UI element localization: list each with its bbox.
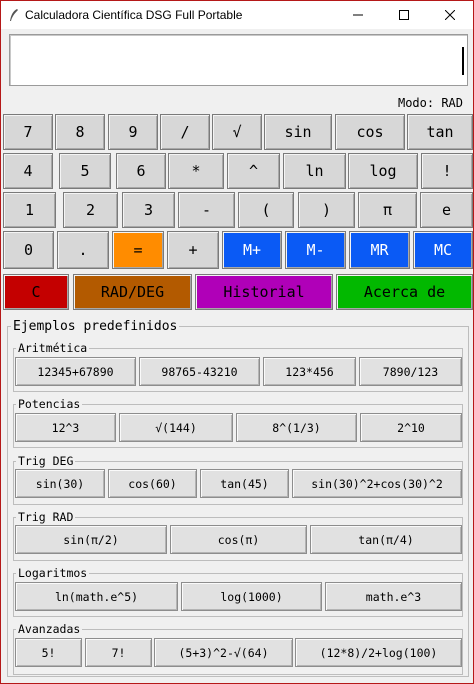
example-group-trig-deg-title: Trig DEG — [16, 454, 76, 468]
key-9[interactable]: 9 — [108, 114, 158, 150]
example-button[interactable]: 5! — [15, 638, 82, 667]
example-button[interactable]: 123*456 — [263, 357, 356, 386]
example-group-logarithms-title: Logaritmos — [16, 566, 90, 580]
example-button[interactable]: math.e^3 — [325, 582, 462, 611]
key-subtract[interactable]: - — [178, 192, 235, 228]
key-memory-add[interactable]: M+ — [222, 231, 282, 269]
example-button[interactable]: tan(π/4) — [310, 525, 462, 554]
minimize-button[interactable] — [335, 1, 381, 29]
maximize-button[interactable] — [381, 1, 427, 29]
key-cos[interactable]: cos — [335, 114, 405, 150]
about-button[interactable]: Acerca de — [336, 274, 473, 310]
key-6[interactable]: 6 — [116, 153, 166, 189]
key-0[interactable]: 0 — [3, 231, 54, 269]
key-pi[interactable]: π — [358, 192, 417, 228]
calculator-display[interactable] — [9, 34, 468, 86]
key-4[interactable]: 4 — [3, 153, 53, 189]
key-5[interactable]: 5 — [59, 153, 111, 189]
example-button[interactable]: cos(60) — [108, 469, 197, 498]
key-sin[interactable]: sin — [264, 114, 332, 150]
example-group-trig-rad-title: Trig RAD — [16, 510, 76, 524]
key-tan[interactable]: tan — [407, 114, 473, 150]
rad-deg-toggle-button[interactable]: RAD/DEG — [73, 274, 192, 310]
key-memory-recall[interactable]: MR — [349, 231, 410, 269]
key-decimal[interactable]: . — [57, 231, 109, 269]
key-3[interactable]: 3 — [122, 192, 175, 228]
key-sqrt[interactable]: √ — [212, 114, 262, 150]
example-group-advanced-title: Avanzadas — [16, 622, 83, 636]
example-button[interactable]: log(1000) — [181, 582, 322, 611]
key-equals[interactable]: = — [112, 231, 164, 269]
key-8[interactable]: 8 — [55, 114, 105, 150]
key-7[interactable]: 7 — [3, 114, 53, 150]
example-group-arithmetic-title: Aritmética — [16, 341, 90, 355]
feather-icon — [9, 8, 19, 22]
example-button[interactable]: 98765-43210 — [139, 357, 260, 386]
example-button[interactable]: 7! — [85, 638, 152, 667]
window-title: Calculadora Científica DSG Full Portable — [25, 8, 243, 22]
example-button[interactable]: cos(π) — [170, 525, 307, 554]
text-caret — [462, 47, 464, 75]
key-e[interactable]: e — [420, 192, 473, 228]
example-group-powers-title: Potencias — [16, 397, 83, 411]
example-button[interactable]: tan(45) — [200, 469, 289, 498]
clear-button[interactable]: C — [3, 274, 69, 310]
minimize-icon — [353, 14, 363, 16]
key-memory-clear[interactable]: MC — [413, 231, 473, 269]
example-button[interactable]: sin(π/2) — [15, 525, 167, 554]
examples-title: Ejemplos predefinidos — [11, 319, 180, 334]
example-button[interactable]: 12^3 — [15, 413, 116, 442]
example-button[interactable]: 12345+67890 — [15, 357, 136, 386]
title-bar[interactable]: Calculadora Científica DSG Full Portable — [1, 1, 473, 29]
example-button[interactable]: 7890/123 — [359, 357, 462, 386]
key-multiply[interactable]: * — [168, 153, 224, 189]
key-close-paren[interactable]: ) — [298, 192, 355, 228]
key-factorial[interactable]: ! — [421, 153, 473, 189]
key-2[interactable]: 2 — [63, 192, 118, 228]
close-icon — [445, 10, 455, 20]
key-open-paren[interactable]: ( — [238, 192, 294, 228]
key-1[interactable]: 1 — [3, 192, 56, 228]
key-memory-subtract[interactable]: M- — [285, 231, 346, 269]
example-button[interactable]: sin(30) — [15, 469, 105, 498]
calculator-window: Calculadora Científica DSG Full Portable… — [0, 0, 474, 684]
close-button[interactable] — [427, 1, 473, 29]
history-button[interactable]: Historial — [195, 274, 333, 310]
key-log[interactable]: log — [348, 153, 418, 189]
example-button[interactable]: ln(math.e^5) — [15, 582, 178, 611]
example-button[interactable]: (12*8)/2+log(100) — [295, 638, 462, 667]
key-power[interactable]: ^ — [227, 153, 280, 189]
example-button[interactable]: 2^10 — [360, 413, 462, 442]
key-add[interactable]: + — [167, 231, 219, 269]
mode-indicator: Modo: RAD — [397, 96, 463, 110]
example-button[interactable]: 8^(1/3) — [236, 413, 357, 442]
key-divide[interactable]: / — [160, 114, 210, 150]
key-ln[interactable]: ln — [283, 153, 346, 189]
example-button[interactable]: (5+3)^2-√(64) — [154, 638, 293, 667]
example-button[interactable]: sin(30)^2+cos(30)^2 — [292, 469, 462, 498]
example-button[interactable]: √(144) — [119, 413, 233, 442]
maximize-icon — [399, 10, 409, 20]
